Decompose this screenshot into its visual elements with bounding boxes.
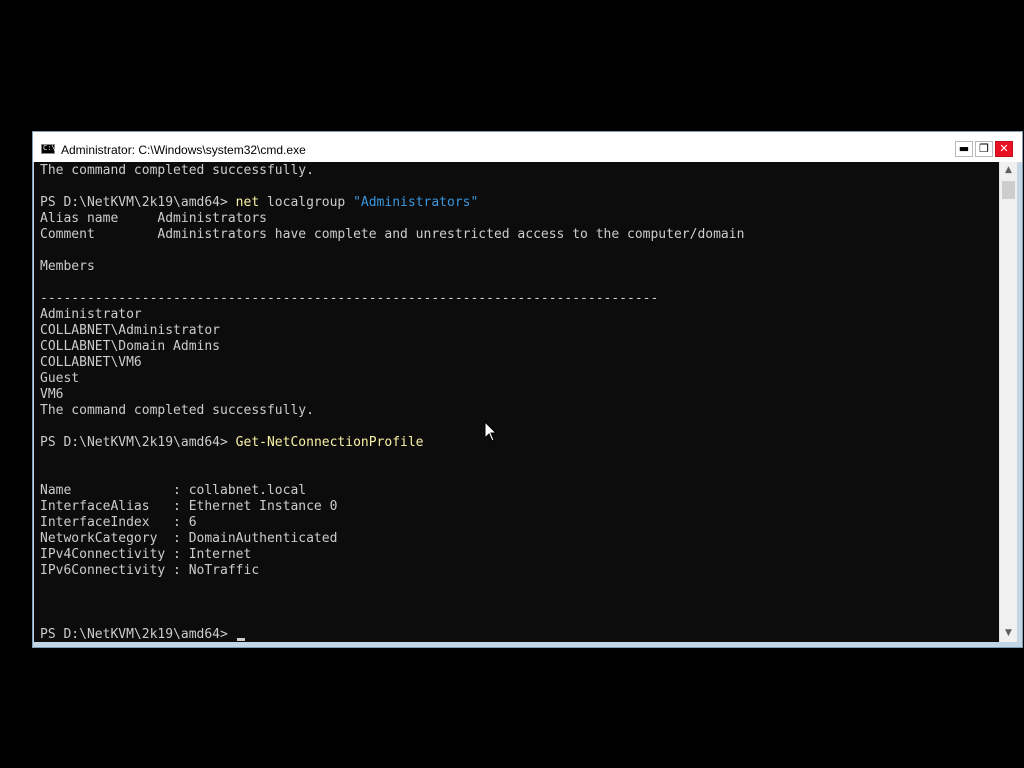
console-line: The command completed successfully.: [40, 403, 744, 419]
console-line: NetworkCategory : DomainAuthenticated: [40, 531, 744, 547]
window-title: Administrator: C:\Windows\system32\cmd.e…: [61, 143, 306, 157]
console-line: PS D:\NetKVM\2k19\amd64> Get-NetConnecti…: [40, 435, 744, 451]
vertical-scrollbar[interactable]: ▲ ▼: [999, 162, 1017, 642]
console-text: Comment Administrators have complete and…: [40, 227, 745, 242]
console-line: Comment Administrators have complete and…: [40, 227, 744, 243]
title-bar[interactable]: C:\ Administrator: C:\Windows\system32\c…: [33, 132, 1022, 163]
mouse-pointer-icon: [484, 421, 498, 442]
console-line: IPv4Connectivity : Internet: [40, 547, 744, 563]
console-line: InterfaceIndex : 6: [40, 515, 744, 531]
minimize-button[interactable]: ▬: [955, 141, 973, 157]
close-button[interactable]: ✕: [995, 141, 1013, 157]
console-line: PS D:\NetKVM\2k19\amd64> net localgroup …: [40, 195, 744, 211]
console-text: PS D:\NetKVM\2k19\amd64>: [40, 627, 236, 642]
console-line: The command completed successfully.: [40, 163, 744, 179]
console-text: InterfaceAlias : Ethernet Instance 0: [40, 499, 338, 514]
cmd-console-icon: C:\: [41, 144, 56, 154]
console-line: PS D:\NetKVM\2k19\amd64>: [40, 627, 744, 642]
console-text: COLLABNET\Administrator: [40, 323, 221, 338]
console-text: The command completed successfully.: [40, 403, 314, 418]
console-text: net: [235, 195, 260, 210]
console-text: ----------------------------------------…: [40, 291, 659, 306]
console-line: COLLABNET\VM6: [40, 355, 744, 371]
console-text: NetworkCategory : DomainAuthenticated: [40, 531, 338, 546]
console-line: IPv6Connectivity : NoTraffic: [40, 563, 744, 579]
console-line: COLLABNET\Administrator: [40, 323, 744, 339]
console-text: Get-NetConnectionProfile: [235, 435, 424, 450]
cmd-icon-glyph: C:\: [43, 144, 56, 152]
console-text: IPv4Connectivity : Internet: [40, 547, 252, 562]
console-text: localgroup: [259, 195, 354, 210]
console-output[interactable]: The command completed successfully. PS D:…: [34, 162, 999, 642]
scroll-down-arrow-icon[interactable]: ▼: [1000, 625, 1017, 642]
console-text: COLLABNET\VM6: [40, 355, 142, 370]
console-text: IPv6Connectivity : NoTraffic: [40, 563, 260, 578]
console-line: Name : collabnet.local: [40, 483, 744, 499]
console-line: VM6: [40, 387, 744, 403]
console-text: PS D:\NetKVM\2k19\amd64>: [40, 195, 236, 210]
console-line: InterfaceAlias : Ethernet Instance 0: [40, 499, 744, 515]
console-text: Alias name Administrators: [40, 211, 267, 226]
console-text: Name : collabnet.local: [40, 483, 307, 498]
console-text: InterfaceIndex : 6: [40, 515, 197, 530]
scrollbar-thumb[interactable]: [1002, 181, 1015, 199]
console-lines: The command completed successfully. PS D:…: [40, 163, 744, 642]
console-line: ----------------------------------------…: [40, 291, 744, 307]
maximize-button[interactable]: ❐: [975, 141, 993, 157]
cmd-window[interactable]: C:\ Administrator: C:\Windows\system32\c…: [32, 131, 1023, 648]
console-line: COLLABNET\Domain Admins: [40, 339, 744, 355]
console-text: PS D:\NetKVM\2k19\amd64>: [40, 435, 236, 450]
console-text: The command completed successfully.: [40, 163, 314, 178]
console-line: Members: [40, 259, 744, 275]
console-line: Guest: [40, 371, 744, 387]
console-line: Alias name Administrators: [40, 211, 744, 227]
text-cursor: [236, 638, 245, 641]
scroll-up-arrow-icon[interactable]: ▲: [1000, 162, 1017, 179]
console-text: Members: [40, 259, 95, 274]
console-text: COLLABNET\Domain Admins: [40, 339, 221, 354]
console-text: Guest: [40, 371, 80, 386]
console-text: VM6: [40, 387, 64, 402]
console-text: Administrator: [40, 307, 142, 322]
console-line: Administrator: [40, 307, 744, 323]
console-text: "Administrators": [353, 195, 479, 210]
